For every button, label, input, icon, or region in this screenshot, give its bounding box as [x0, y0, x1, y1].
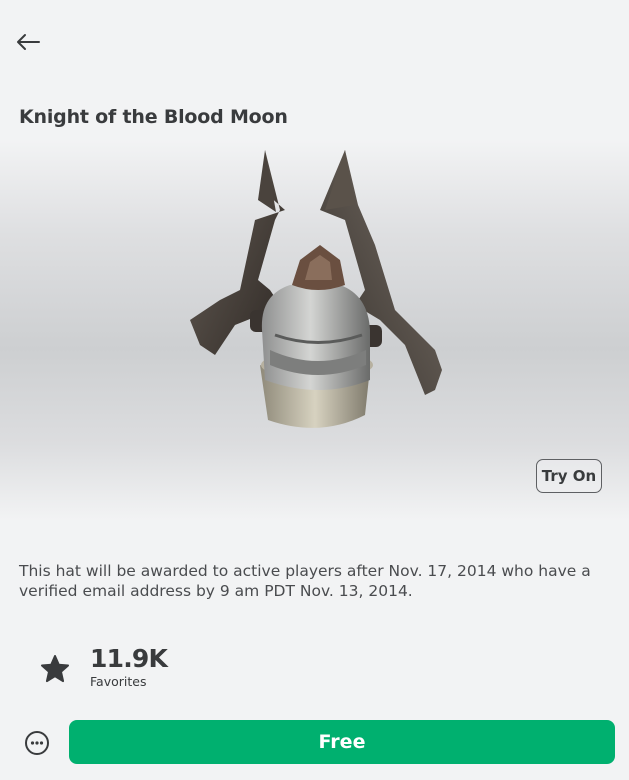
- favorites-section: 11.9K Favorites: [38, 644, 168, 690]
- buy-free-button[interactable]: Free: [69, 720, 615, 764]
- star-icon: [40, 654, 70, 683]
- favorite-button[interactable]: [38, 652, 72, 686]
- more-options-icon: [25, 731, 49, 755]
- item-preview[interactable]: Try On: [0, 140, 629, 520]
- arrow-left-icon: [17, 34, 40, 50]
- knight-helmet-image: [190, 150, 442, 428]
- back-button[interactable]: [12, 28, 44, 56]
- item-description: This hat will be awarded to active playe…: [19, 562, 591, 600]
- favorites-count: 11.9K: [90, 644, 168, 673]
- item-title: Knight of the Blood Moon: [19, 106, 288, 128]
- favorites-label: Favorites: [90, 674, 147, 689]
- try-on-button[interactable]: Try On: [536, 459, 602, 493]
- more-options-button[interactable]: [24, 730, 50, 756]
